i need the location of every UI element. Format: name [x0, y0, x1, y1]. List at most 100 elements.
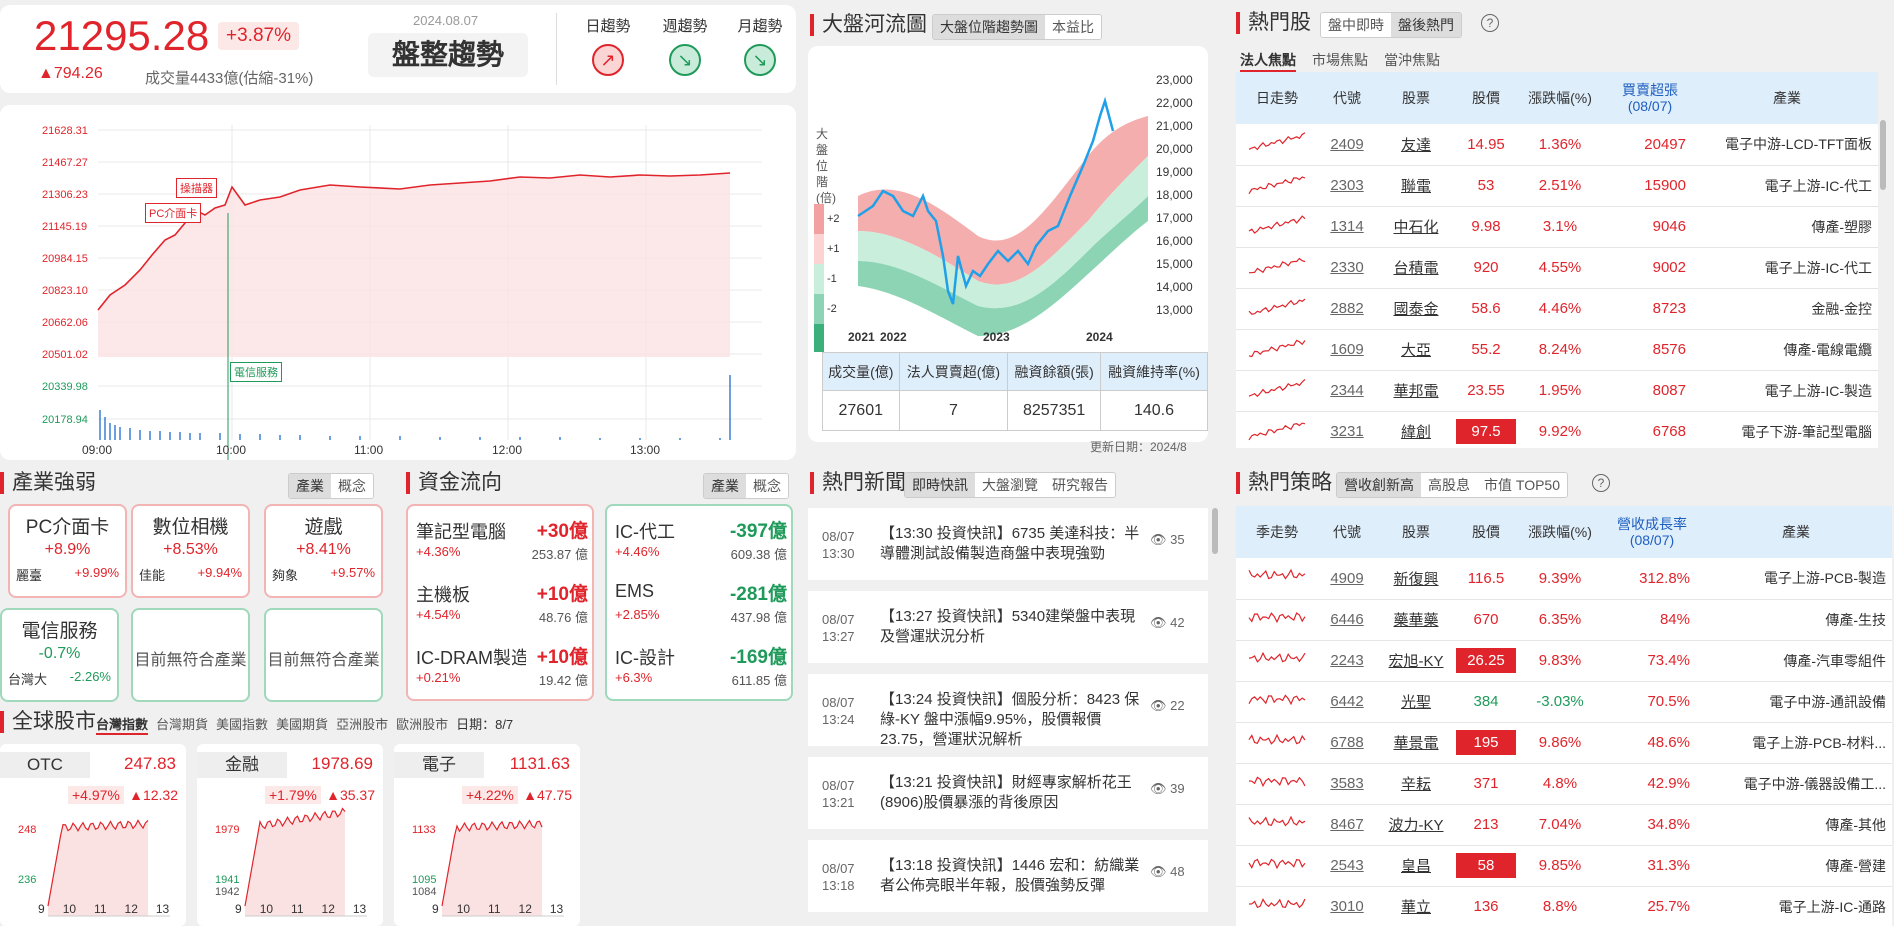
table-row[interactable]: 6446 藥華藥 670 6.35% 84% 傳產-生技: [1236, 599, 1892, 641]
news-item[interactable]: 08/07 13:27 【13:27 投資快訊】5340建榮盤中表現及營運狀況分析 👁…: [808, 591, 1208, 663]
table-row[interactable]: 3010 華立 136 8.8% 25.7% 電子上游-IC-通路: [1236, 886, 1892, 926]
table-row[interactable]: 4909 新復興 116.5 9.39% 312.8% 電子上游-PCB-製造: [1236, 558, 1892, 600]
table-row[interactable]: 1609 大亞 55.2 8.24% 8576 傳產-電線電纜: [1236, 329, 1878, 371]
capital-flow-item[interactable]: EMS -281億 +2.85% 437.98 億: [615, 577, 787, 633]
news-headline[interactable]: 【13:27 投資快訊】5340建榮盤中表現及營運狀況分析: [880, 607, 1142, 647]
annotation-tag[interactable]: 電信服務: [230, 362, 282, 382]
table-row[interactable]: 2344 華邦電 23.55 1.95% 8087 電子上游-IC-製造: [1236, 370, 1878, 412]
tab-river-pe[interactable]: 本益比: [1045, 15, 1101, 39]
table-row[interactable]: 2409 友達 14.95 1.36% 20497 電子中游-LCD-TFT面板: [1236, 124, 1878, 166]
stock-code[interactable]: 2543: [1318, 845, 1376, 887]
stock-code[interactable]: 1609: [1318, 329, 1376, 371]
stock-name[interactable]: 皇昌: [1376, 845, 1456, 887]
tab-industry[interactable]: 產業: [289, 474, 331, 498]
capital-flow-item[interactable]: IC-DRAM製造 +10億 +0.21% 19.42 億: [416, 640, 588, 696]
stock-name[interactable]: 藥華藥: [1376, 599, 1456, 641]
col-header-sortable[interactable]: 營收成長率 (08/07): [1604, 506, 1700, 558]
stock-code[interactable]: 3231: [1318, 411, 1376, 448]
global-index-card[interactable]: OTC 247.83 +4.97% ▲12.32 248 236 9 10 11 12 13: [0, 744, 186, 926]
industry-card[interactable]: 數位相機 +8.53% 佳能 +9.94%: [131, 504, 250, 598]
industry-card[interactable]: PC介面卡 +8.9% 麗臺 +9.99%: [8, 504, 127, 598]
table-row[interactable]: 2330 台積電 920 4.55% 9002 電子上游-IC-代工: [1236, 247, 1878, 289]
stock-code[interactable]: 4909: [1318, 558, 1376, 600]
stock-code[interactable]: 2882: [1318, 288, 1376, 330]
tab-news-flash[interactable]: 即時快訊: [905, 473, 975, 497]
stock-name[interactable]: 辛耘: [1376, 763, 1456, 805]
tab-news-market[interactable]: 大盤瀏覽: [975, 473, 1045, 497]
stock-code[interactable]: 6446: [1318, 599, 1376, 641]
news-item[interactable]: 08/07 13:21 【13:21 投資快訊】財經專家解析花王(8906)股價暴漲…: [808, 757, 1208, 829]
stock-name[interactable]: 波力-KY: [1376, 804, 1456, 846]
table-row[interactable]: 3583 辛耘 371 4.8% 42.9% 電子中游-儀器設備工...: [1236, 763, 1892, 805]
capital-flow-item[interactable]: 筆記型電腦 +30億 +4.36% 253.87 億: [416, 514, 588, 570]
lead-stock[interactable]: 麗臺: [16, 565, 42, 584]
stock-name[interactable]: 新復興: [1376, 558, 1456, 600]
help-icon[interactable]: ?: [1592, 474, 1610, 492]
lead-stock[interactable]: 佳能: [139, 565, 165, 584]
stock-name[interactable]: 國泰金: [1376, 288, 1456, 330]
news-item[interactable]: 08/07 13:30 【13:30 投資快訊】6735 美達科技：半導體測試設備製…: [808, 508, 1208, 580]
stock-name[interactable]: 聯電: [1376, 165, 1456, 207]
table-row[interactable]: 8467 波力-KY 213 7.04% 34.8% 傳產-其他: [1236, 804, 1892, 846]
stock-code[interactable]: 6442: [1318, 681, 1376, 723]
stock-name[interactable]: 華景電: [1376, 722, 1456, 764]
capital-flow-item[interactable]: IC-設計 -169億 +6.3% 611.85 億: [615, 640, 787, 696]
help-icon[interactable]: ?: [1481, 14, 1499, 32]
tab-top50[interactable]: 市值 TOP50: [1477, 473, 1567, 497]
tab-asia[interactable]: 亞洲股市: [336, 714, 388, 735]
stock-code[interactable]: 2243: [1318, 640, 1376, 682]
news-headline[interactable]: 【13:30 投資快訊】6735 美達科技：半導體測試設備製造商盤中表現強勁: [880, 524, 1142, 564]
tab-tw-index[interactable]: 台灣指數: [96, 714, 149, 735]
news-item[interactable]: 08/07 13:24 【13:24 投資快訊】個股分析：8423 保綠-KY 盤中…: [808, 674, 1208, 748]
tab-us-index[interactable]: 美國指數: [216, 714, 268, 735]
tab-concept[interactable]: 概念: [331, 474, 373, 498]
stock-name[interactable]: 華邦電: [1376, 370, 1456, 412]
annotation-tag[interactable]: PC介面卡: [145, 203, 202, 223]
tab-market[interactable]: 市場焦點: [1312, 50, 1368, 72]
stock-code[interactable]: 8467: [1318, 804, 1376, 846]
tab-revenue-high[interactable]: 營收創新高: [1337, 473, 1421, 497]
stock-code[interactable]: 2303: [1318, 165, 1376, 207]
stock-name[interactable]: 華立: [1376, 886, 1456, 926]
trend-day[interactable]: 日趨勢 ↗: [573, 15, 643, 76]
tab-tw-futures[interactable]: 台灣期貨: [156, 714, 208, 735]
stock-name[interactable]: 友達: [1376, 124, 1456, 166]
tab-capital-industry[interactable]: 產業: [704, 474, 746, 498]
news-headline[interactable]: 【13:24 投資快訊】個股分析：8423 保綠-KY 盤中漲幅9.95%，股價…: [880, 690, 1142, 750]
news-item[interactable]: 08/07 13:18 【13:18 投資快訊】1446 宏和：紡織業者公佈亮眼半年…: [808, 840, 1208, 912]
stock-name[interactable]: 台積電: [1376, 247, 1456, 289]
industry-card[interactable]: 電信服務 -0.7% 台灣大 -2.26%: [0, 608, 119, 702]
table-row[interactable]: 2882 國泰金 58.6 4.46% 8723 金融-金控: [1236, 288, 1878, 330]
lead-stock[interactable]: 台灣大: [8, 669, 47, 688]
table-row[interactable]: 3231 緯創 97.5 9.92% 6768 電子下游-筆記型電腦: [1236, 411, 1878, 448]
stock-name[interactable]: 中石化: [1376, 206, 1456, 248]
news-headline[interactable]: 【13:21 投資快訊】財經專家解析花王(8906)股價暴漲的背後原因: [880, 773, 1142, 813]
hot-scrollbar[interactable]: [1880, 120, 1886, 190]
col-header-sortable[interactable]: 買賣超張 (08/07): [1604, 72, 1696, 124]
trend-month[interactable]: 月趨勢 ↘: [725, 15, 795, 76]
table-row[interactable]: 1314 中石化 9.98 3.1% 9046 傳產-塑膠: [1236, 206, 1878, 248]
table-row[interactable]: 6788 華景電 195 9.86% 48.6% 電子上游-PCB-材料...: [1236, 722, 1892, 764]
tab-hot-realtime[interactable]: 盤中即時: [1321, 13, 1391, 37]
global-index-card[interactable]: 電子 1131.63 +4.22% ▲47.75 1133 1095 1084 9 10 11 12…: [394, 744, 580, 926]
tab-river-level[interactable]: 大盤位階趨勢圖: [933, 15, 1045, 39]
table-row[interactable]: 2243 宏旭-KY 26.25 9.83% 73.4% 傳產-汽車零組件: [1236, 640, 1892, 682]
stock-code[interactable]: 6788: [1318, 722, 1376, 764]
news-headline[interactable]: 【13:18 投資快訊】1446 宏和：紡織業者公佈亮眼半年報，股價強勢反彈: [880, 856, 1142, 896]
tab-high-dividend[interactable]: 高股息: [1421, 473, 1477, 497]
capital-flow-item[interactable]: IC-代工 -397億 +4.46% 609.38 億: [615, 514, 787, 570]
news-scrollbar[interactable]: [1212, 508, 1218, 554]
stock-code[interactable]: 2330: [1318, 247, 1376, 289]
stock-name[interactable]: 宏旭-KY: [1376, 640, 1456, 682]
tab-news-research[interactable]: 研究報告: [1045, 473, 1115, 497]
lead-stock[interactable]: 夠象: [272, 565, 298, 584]
table-row[interactable]: 2303 聯電 53 2.51% 15900 電子上游-IC-代工: [1236, 165, 1878, 207]
tab-institutional[interactable]: 法人焦點: [1240, 50, 1296, 72]
tab-capital-concept[interactable]: 概念: [746, 474, 788, 498]
table-row[interactable]: 6442 光聖 384 -3.03% 70.5% 電子中游-通訊設備: [1236, 681, 1892, 723]
tab-hot-afterhours[interactable]: 盤後熱門: [1391, 13, 1461, 37]
tab-us-futures[interactable]: 美國期貨: [276, 714, 328, 735]
annotation-tag[interactable]: 操描器: [176, 178, 217, 198]
stock-code[interactable]: 1314: [1318, 206, 1376, 248]
stock-code[interactable]: 3583: [1318, 763, 1376, 805]
